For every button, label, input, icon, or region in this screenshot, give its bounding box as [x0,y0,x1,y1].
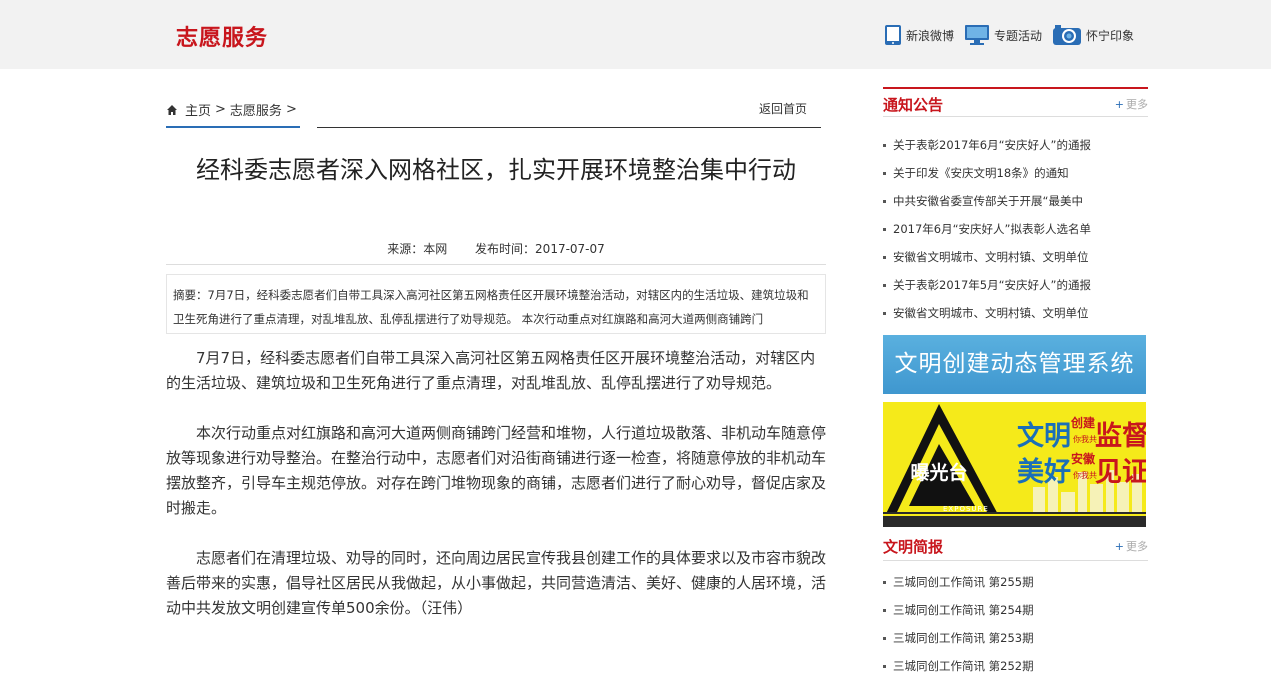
banner-line-2b: 安徽 [1071,452,1096,466]
article-title: 经科委志愿者深入网格社区，扎实开展环境整治集中行动 [196,156,796,184]
monitor-icon [965,25,990,45]
special-activity-label: 专题活动 [994,28,1043,43]
breadcrumb-section[interactable]: 志愿服务 [230,100,282,119]
back-home-link[interactable]: 返回首页 [759,100,807,117]
list-item[interactable]: 安徽省文明城市、文明村镇、文明单位 [883,299,1148,327]
brief-list: 三城同创工作简讯 第255期 三城同创工作简讯 第254期 三城同创工作简讯 第… [883,568,1148,680]
huaining-impression-link[interactable]: 怀宁印象 [1052,24,1134,46]
banner-line-1a: 文明 [1017,421,1071,452]
list-item[interactable]: 安徽省文明城市、文明村镇、文明单位 [883,243,1148,271]
article-date: 发布时间：2017-07-07 [475,242,605,256]
list-item[interactable]: 关于印发《安庆文明18条》的通知 [883,159,1148,187]
plus-icon: + [1114,98,1124,111]
list-item[interactable]: 三城同创工作简讯 第252期 [883,652,1148,680]
banner-line-2c: 见证 [1095,457,1146,488]
meta-divider [166,264,826,265]
notice-panel: 通知公告 + 更多 关于表彰2017年6月“安庆好人”的通报 关于印发《安庆文明1… [883,87,1148,327]
brief-title: 文明简报 [883,538,944,556]
site-title[interactable]: 志愿服务 [176,20,268,52]
breadcrumb-separator: > [215,102,226,117]
brief-more-label: 更多 [1126,540,1148,553]
notice-more-label: 更多 [1126,98,1148,111]
article-paragraph: 7月7日，经科委志愿者们自带工具深入高河社区第五网格责任区开展环境整治活动，对辖… [166,349,816,392]
top-bar: 志愿服务 新浪微博 专题活动 怀宁印象 [0,0,1271,69]
article-source: 来源：本网 [387,242,448,256]
breadcrumb-rule [317,127,821,128]
list-item[interactable]: 2017年6月“安庆好人”拟表彰人选名单 [883,215,1148,243]
civilization-system-banner[interactable]: 文明创建动态管理系统 [883,335,1146,394]
exposure-badge: 曝光台 [910,462,968,484]
breadcrumb: 主页 > 志愿服务 > [166,100,301,119]
huaining-impression-label: 怀宁印象 [1086,28,1135,43]
notice-list: 关于表彰2017年6月“安庆好人”的通报 关于印发《安庆文明18条》的通知 中共… [883,131,1148,327]
brief-panel: 文明简报 + 更多 三城同创工作简讯 第255期 三城同创工作简讯 第254期 三… [883,531,1148,680]
article-summary: 摘要：7月7日，经科委志愿者们自带工具深入高河社区第五网格责任区开展环境整治活动… [166,274,826,334]
weibo-link-label: 新浪微博 [906,28,955,43]
banner-small-1: 你我共 [1073,435,1097,444]
plus-icon: + [1114,540,1124,553]
banner-line-2a: 美好 [1017,457,1071,488]
brief-more-link[interactable]: + 更多 [1115,538,1148,554]
weibo-link[interactable]: 新浪微博 [884,24,954,46]
article-body: 7月7日，经科委志愿者们自带工具深入高河社区第五网格责任区开展环境整治活动，对辖… [166,346,826,646]
brief-header: 文明简报 + 更多 [883,531,1148,561]
breadcrumb-tail: > [285,102,297,117]
notice-header: 通知公告 + 更多 [883,87,1148,117]
notice-title: 通知公告 [883,96,944,114]
article-meta: 来源：本网 发布时间：2017-07-07 [166,240,826,257]
top-links: 新浪微博 专题活动 怀宁印象 [884,22,1144,48]
banner-line-1c: 监督 [1095,421,1146,452]
breadcrumb-home[interactable]: 主页 [185,100,211,119]
article-paragraph: 志愿者们在清理垃圾、劝导的同时，还向周边居民宣传我县创建工作的具体要求以及市容市… [166,549,827,617]
exposure-tag: EXPOSURE [943,505,989,513]
article-paragraph: 本次行动重点对红旗路和高河大道两侧商铺跨门经营和堆物，人行道垃圾散落、非机动车随… [166,424,827,517]
list-item[interactable]: 关于表彰2017年5月“安庆好人”的通报 [883,271,1148,299]
home-icon [167,104,177,115]
banner-small-2: 你我共 [1073,471,1097,480]
banner-line-1b: 创建 [1071,416,1096,430]
exposure-banner[interactable]: 曝光台 EXPOSURE 文明创建监督 你我共 美好安徽见证 你我共 [883,402,1146,527]
list-item[interactable]: 关于表彰2017年6月“安庆好人”的通报 [883,131,1148,159]
breadcrumb-underline [166,126,300,128]
list-item[interactable]: 中共安徽省委宣传部关于开展“最美中 [883,187,1148,215]
list-item[interactable]: 三城同创工作简讯 第253期 [883,624,1148,652]
special-activity-link[interactable]: 专题活动 [964,24,1042,46]
tablet-icon [885,25,901,45]
list-item[interactable]: 三城同创工作简讯 第255期 [883,568,1148,596]
notice-more-link[interactable]: + 更多 [1115,96,1148,112]
camera-icon [1053,25,1082,45]
list-item[interactable]: 三城同创工作简讯 第254期 [883,596,1148,624]
